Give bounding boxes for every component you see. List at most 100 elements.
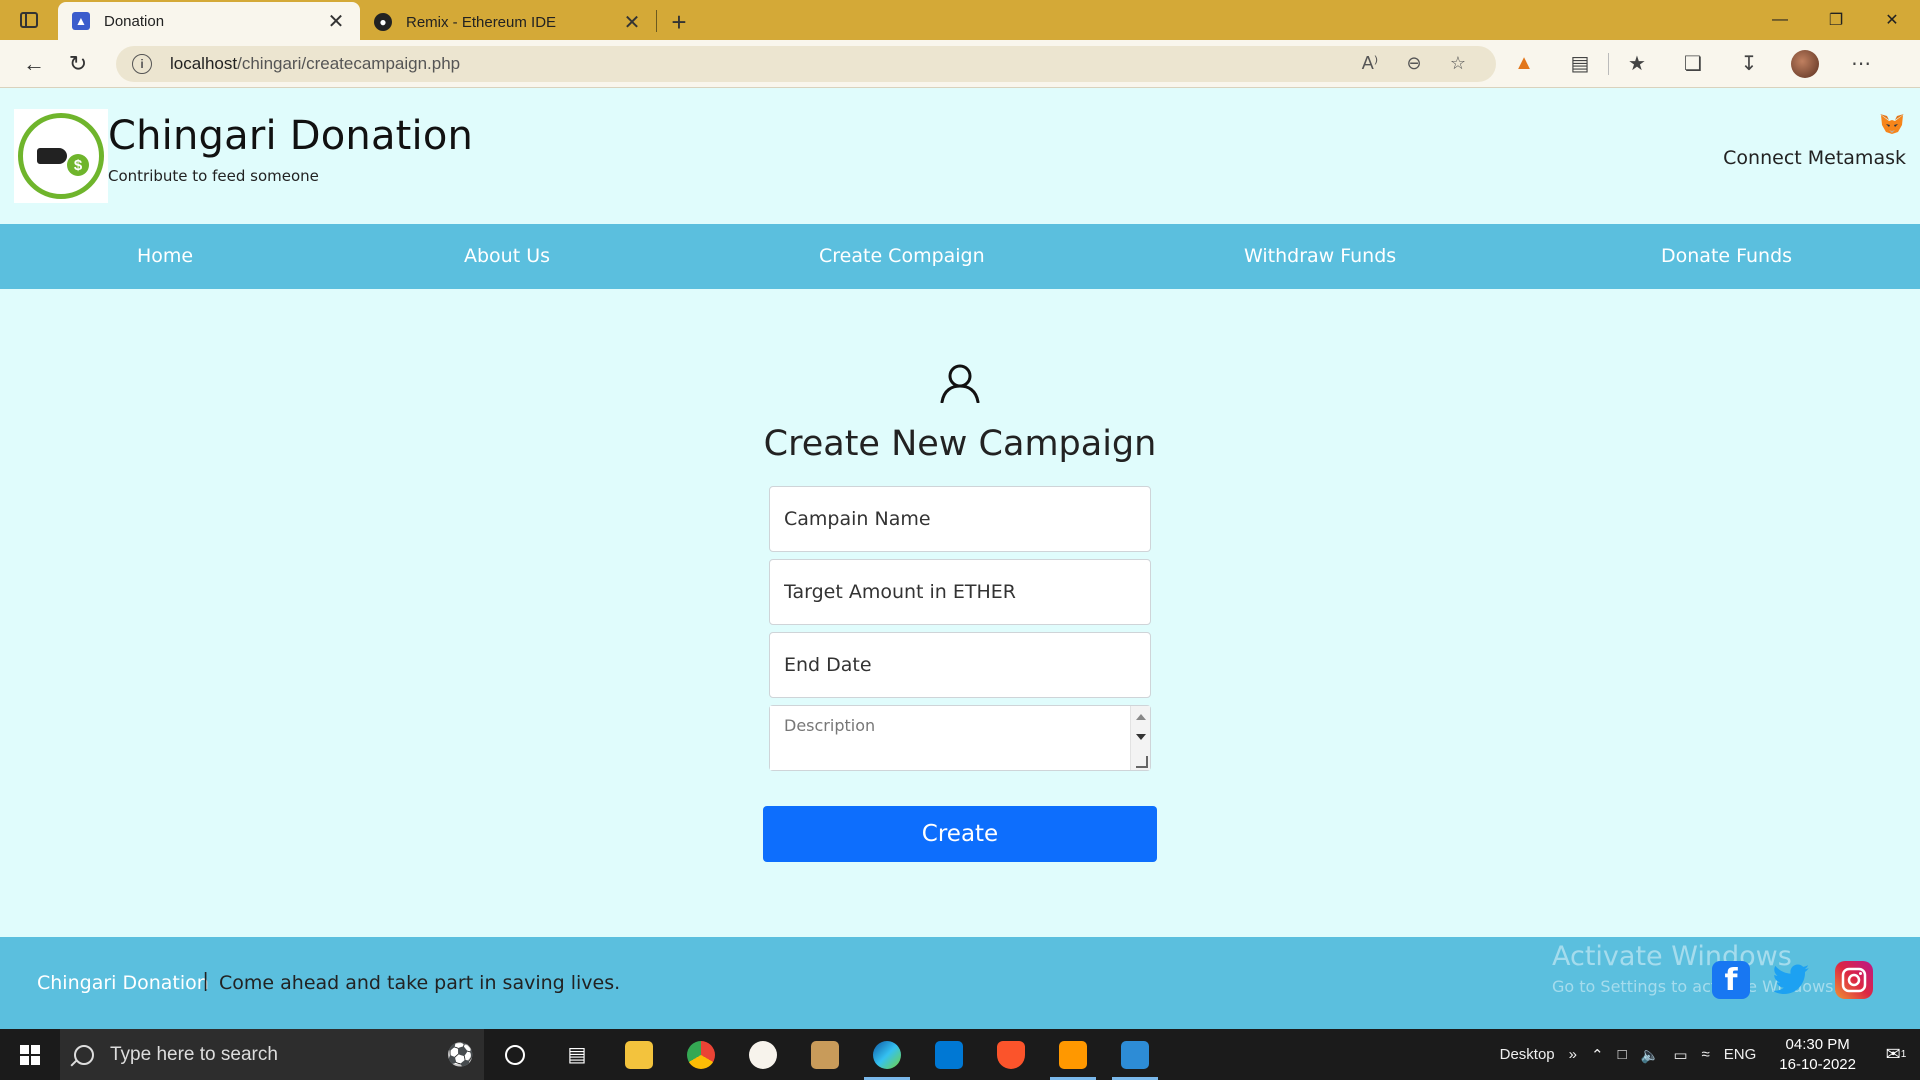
close-tab-icon[interactable]: ✕ xyxy=(326,9,346,34)
end-date-field[interactable] xyxy=(769,632,1151,698)
task-view-icon[interactable]: ▤ xyxy=(546,1029,608,1080)
more-icon[interactable]: ⋯ xyxy=(1833,46,1889,82)
system-tray: Desktop » ⌃ □ 🔈 ▭ ≈ ENG 04:30 PM 16-10-2… xyxy=(1493,1029,1920,1080)
brave-icon[interactable] xyxy=(980,1029,1042,1080)
profile-avatar[interactable] xyxy=(1777,46,1833,82)
minimize-icon[interactable]: — xyxy=(1752,0,1808,40)
form-title: Create New Campaign xyxy=(763,424,1157,464)
window-controls: — ❐ ✕ xyxy=(1752,0,1920,40)
url-path: /chingari/createcampaign.php xyxy=(237,53,461,73)
activate-windows-watermark: Activate Windows xyxy=(1552,941,1792,972)
description-field[interactable] xyxy=(769,705,1151,771)
url-text[interactable]: localhost/chingari/createcampaign.php xyxy=(170,54,1348,74)
scroll-down-icon[interactable] xyxy=(1136,734,1146,740)
sublime-text-icon[interactable] xyxy=(1042,1029,1104,1080)
zoom-out-icon[interactable]: ⊖ xyxy=(1392,53,1436,74)
footer-brand[interactable]: Chingari Donation xyxy=(37,972,209,994)
metamask-extension-icon[interactable]: ▲ xyxy=(1496,46,1552,82)
windows-taskbar: Type here to search ⚽ ▤ Desktop » ⌃ □ 🔈 … xyxy=(0,1029,1920,1080)
paint-icon[interactable] xyxy=(732,1029,794,1080)
tab-actions-icon[interactable] xyxy=(0,0,58,40)
create-button[interactable]: Create xyxy=(763,806,1157,862)
footer-tagline: Come ahead and take part in saving lives… xyxy=(219,972,621,994)
target-amount-field[interactable] xyxy=(769,559,1151,625)
browser-address-bar: ← ↻ i localhost/chingari/createcampaign.… xyxy=(0,40,1920,88)
twitter-icon[interactable] xyxy=(1772,961,1810,999)
user-icon xyxy=(940,364,980,403)
url-field[interactable]: i localhost/chingari/createcampaign.php … xyxy=(116,45,1496,82)
nav-donate-funds[interactable]: Donate Funds xyxy=(1661,245,1792,267)
tab-donation[interactable]: ▲ Donation ✕ xyxy=(58,2,360,40)
connect-metamask-label: Connect Metamask xyxy=(1723,147,1906,169)
chevron-right-icon[interactable]: » xyxy=(1562,1046,1584,1063)
clock[interactable]: 04:30 PM 16-10-2022 xyxy=(1763,1035,1872,1075)
nav-home[interactable]: Home xyxy=(137,245,193,267)
language-indicator[interactable]: ENG xyxy=(1717,1046,1764,1063)
add-favorite-icon[interactable]: ☆ xyxy=(1436,53,1480,74)
windows-logo-icon xyxy=(20,1044,40,1065)
chevron-up-icon[interactable]: ⌃ xyxy=(1584,1046,1611,1064)
wifi-icon[interactable]: ≈ xyxy=(1695,1046,1717,1063)
end-date-input[interactable] xyxy=(784,654,1136,676)
resize-handle-icon[interactable] xyxy=(1136,756,1148,768)
restore-icon[interactable]: ❐ xyxy=(1808,0,1864,40)
taskbar-search-box[interactable]: Type here to search ⚽ xyxy=(60,1029,484,1080)
campaign-name-input[interactable] xyxy=(784,508,1136,530)
edge-icon[interactable] xyxy=(856,1029,918,1080)
scroll-up-icon[interactable] xyxy=(1136,714,1146,720)
favorites-icon[interactable]: ★ xyxy=(1609,46,1665,82)
collections-icon[interactable]: ❏ xyxy=(1665,46,1721,82)
search-placeholder: Type here to search xyxy=(110,1043,278,1065)
read-aloud-icon[interactable]: A⁾ xyxy=(1348,53,1392,74)
notification-count: 1 xyxy=(1900,1049,1907,1060)
tab-title: Remix - Ethereum IDE xyxy=(406,13,557,31)
start-button[interactable] xyxy=(0,1029,60,1080)
clock-date: 16-10-2022 xyxy=(1779,1055,1856,1073)
back-icon[interactable]: ← xyxy=(12,46,56,82)
battery-icon[interactable]: ▭ xyxy=(1666,1046,1694,1064)
site-title: Chingari Donation xyxy=(108,113,474,159)
logo[interactable]: $ xyxy=(14,109,108,203)
target-amount-input[interactable] xyxy=(784,581,1136,603)
vscode-icon[interactable] xyxy=(918,1029,980,1080)
nav-withdraw-funds[interactable]: Withdraw Funds xyxy=(1244,245,1396,267)
mortarboard-favicon-icon: ▲ xyxy=(72,12,90,30)
chrome-icon[interactable] xyxy=(670,1029,732,1080)
meet-now-icon[interactable]: □ xyxy=(1611,1046,1634,1063)
tab-remix[interactable]: ● Remix - Ethereum IDE ✕ xyxy=(360,4,656,40)
instagram-icon[interactable] xyxy=(1835,961,1873,999)
new-tab-button[interactable]: + xyxy=(657,4,701,40)
close-window-icon[interactable]: ✕ xyxy=(1864,0,1920,40)
nav-create-campaign[interactable]: Create Compaign xyxy=(819,245,985,267)
description-input[interactable] xyxy=(770,706,1130,770)
notification-center-icon[interactable]: ✉ 1 xyxy=(1872,1029,1920,1080)
campaign-name-field[interactable] xyxy=(769,486,1151,552)
file-explorer-icon[interactable] xyxy=(608,1029,670,1080)
main-nav: Home About Us Create Compaign Withdraw F… xyxy=(0,224,1920,289)
site-tagline: Contribute to feed someone xyxy=(108,167,319,185)
search-highlight-icon: ⚽ xyxy=(446,1041,474,1067)
search-icon xyxy=(74,1044,94,1065)
metamask-fox-icon xyxy=(1878,113,1906,135)
refresh-icon[interactable]: ↻ xyxy=(56,46,100,82)
cortana-icon[interactable] xyxy=(484,1029,546,1080)
site-header: $ Chingari Donation Contribute to feed s… xyxy=(0,89,1920,224)
photos-icon[interactable] xyxy=(1104,1029,1166,1080)
footer-separator: | xyxy=(203,970,209,992)
clock-time: 04:30 PM xyxy=(1785,1035,1850,1053)
extension-icon[interactable]: ▤ xyxy=(1552,46,1608,82)
connect-metamask-button[interactable]: Connect Metamask xyxy=(1723,113,1906,169)
volume-icon[interactable]: 🔈 xyxy=(1634,1046,1667,1064)
desktop-toolbar-label[interactable]: Desktop xyxy=(1493,1046,1562,1063)
nav-about-us[interactable]: About Us xyxy=(464,245,550,267)
close-tab-icon[interactable]: ✕ xyxy=(622,10,642,35)
donation-hand-icon: $ xyxy=(18,113,104,199)
web-page: $ Chingari Donation Contribute to feed s… xyxy=(0,89,1920,1029)
site-footer: Chingari Donation | Come ahead and take … xyxy=(0,937,1920,1029)
package-icon[interactable] xyxy=(794,1029,856,1080)
browser-tab-bar: ▲ Donation ✕ ● Remix - Ethereum IDE ✕ + … xyxy=(0,0,1920,40)
site-info-icon[interactable]: i xyxy=(132,53,152,74)
remix-favicon-icon: ● xyxy=(374,13,392,31)
facebook-icon[interactable]: f xyxy=(1712,961,1750,999)
downloads-icon[interactable]: ↧ xyxy=(1721,46,1777,82)
